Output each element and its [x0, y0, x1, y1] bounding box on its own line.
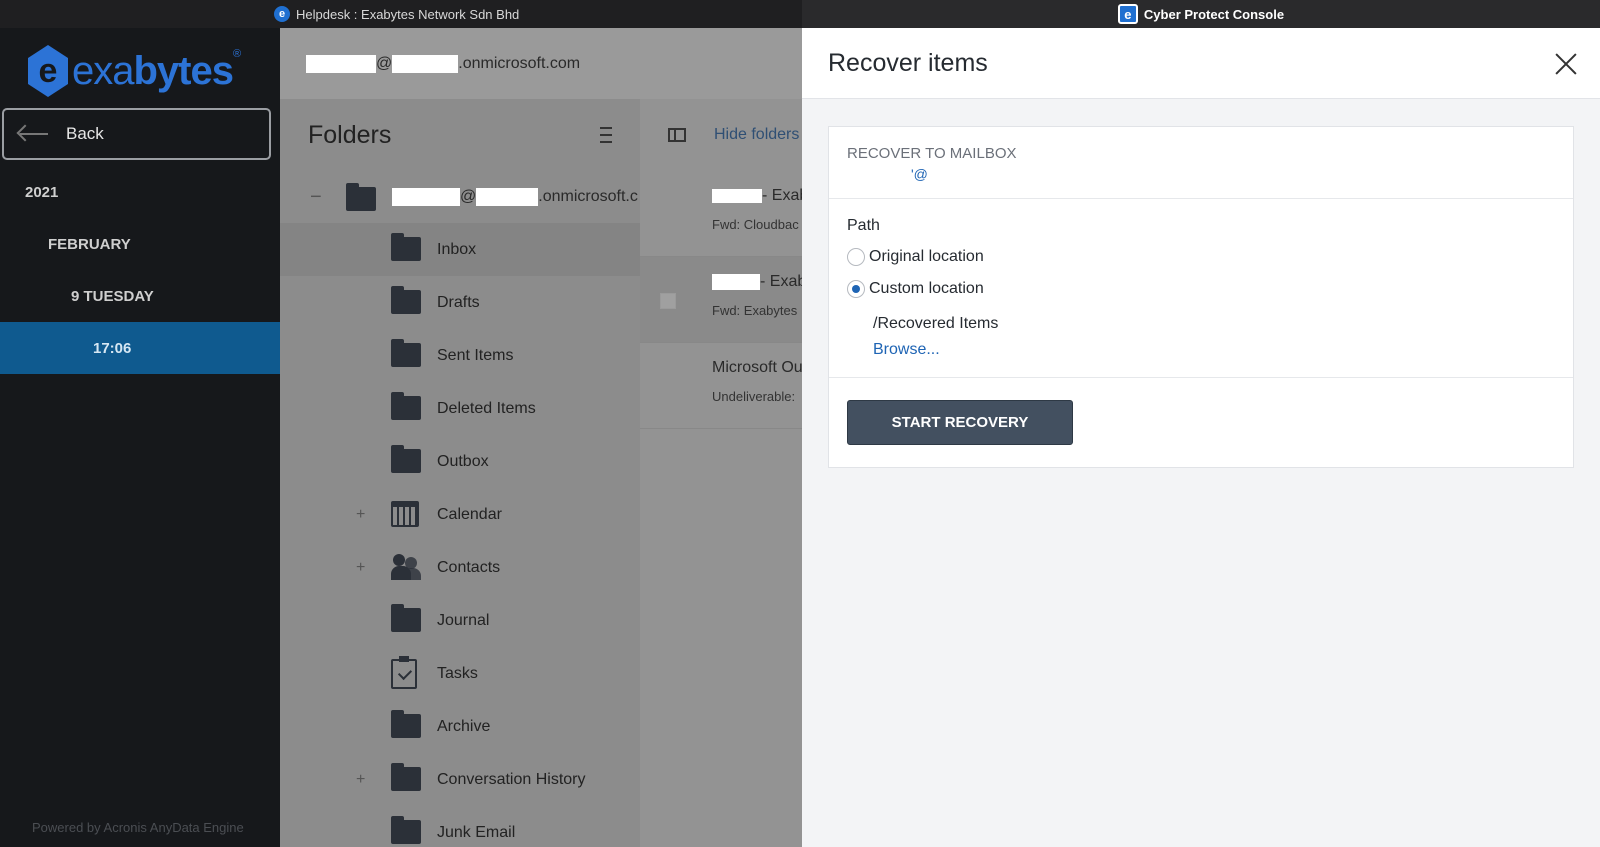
- action-section: START RECOVERY: [829, 378, 1573, 467]
- folder-icon: [391, 710, 421, 738]
- folder-icon: [391, 392, 421, 420]
- folder-item-deleted-items[interactable]: Deleted Items: [280, 382, 640, 435]
- logo-registered-mark: ®: [233, 48, 242, 60]
- radio-custom-location[interactable]: Custom location: [847, 273, 1555, 305]
- recover-to-mailbox-label: RECOVER TO MAILBOX: [847, 145, 1017, 162]
- message-row[interactable]: - Exab Fwd: Exabytes: [640, 257, 806, 343]
- folder-item-conversation-history[interactable]: + Conversation History: [280, 753, 640, 806]
- tasks-clipboard-icon: [391, 656, 417, 689]
- folders-panel: Folders − @ .onmicrosoft.c Inbox Drafts S…: [280, 99, 640, 847]
- folder-icon: [391, 445, 421, 473]
- folder-icon: [391, 604, 421, 632]
- redacted-sender: [712, 273, 760, 290]
- hide-folders-link[interactable]: Hide folders: [714, 126, 799, 144]
- mailbox-root-folder[interactable]: − @ .onmicrosoft.c: [280, 171, 640, 223]
- tree-item-month[interactable]: FEBRUARY: [0, 218, 280, 270]
- folder-item-tasks[interactable]: Tasks: [280, 647, 640, 700]
- toggle-panel-icon[interactable]: [668, 128, 686, 142]
- custom-path-value: /Recovered Items: [873, 315, 999, 332]
- redacted-sender: [712, 188, 762, 203]
- folder-icon: [391, 763, 421, 791]
- folder-item-sent-items[interactable]: Sent Items: [280, 329, 640, 382]
- recover-items-drawer: Recover items RECOVER TO MAILBOX '@ Path…: [802, 28, 1600, 847]
- tree-item-day[interactable]: 9 TUESDAY: [0, 270, 280, 322]
- account-domain: .onmicrosoft.com: [458, 54, 581, 72]
- backup-sidebar: e exabytes ® Back 2021 FEBRUARY 9 TUESDA…: [0, 28, 280, 847]
- radio-button[interactable]: [847, 248, 865, 266]
- back-button[interactable]: Back: [2, 108, 271, 160]
- mailbox-account-header: @ .onmicrosoft.com: [280, 28, 802, 99]
- folder-item-drafts[interactable]: Drafts: [280, 276, 640, 329]
- folder-item-inbox[interactable]: Inbox: [280, 223, 640, 276]
- folder-item-outbox[interactable]: Outbox: [280, 435, 640, 488]
- folder-item-junk-email[interactable]: Junk Email: [280, 806, 640, 847]
- start-recovery-button[interactable]: START RECOVERY: [847, 400, 1073, 445]
- message-sender: Microsoft Ou: [712, 359, 803, 376]
- path-section: Path Original location Custom location /…: [829, 199, 1573, 378]
- tree-item-year[interactable]: 2021: [0, 166, 280, 218]
- folder-item-archive[interactable]: Archive: [280, 700, 640, 753]
- redacted-tenant: [392, 54, 459, 73]
- back-button-label: Back: [66, 124, 104, 143]
- message-subject: Undeliverable:: [712, 389, 796, 404]
- folder-icon: [391, 233, 421, 261]
- path-label: Path: [847, 217, 880, 234]
- account-at-sign: @: [376, 54, 393, 72]
- expand-plus-icon[interactable]: +: [356, 506, 365, 524]
- folder-icon: [346, 183, 376, 211]
- tree-item-time-selected[interactable]: 17:06: [0, 322, 280, 374]
- radio-original-location[interactable]: Original location: [847, 241, 1555, 273]
- logo-text-light: exa: [72, 48, 134, 93]
- recover-options-card: RECOVER TO MAILBOX '@ Path Original loca…: [828, 126, 1574, 468]
- calendar-icon: [391, 501, 419, 527]
- folder-icon: [391, 339, 421, 367]
- recover-to-mailbox-section: RECOVER TO MAILBOX '@: [829, 127, 1573, 199]
- folder-item-contacts[interactable]: + Contacts: [280, 541, 640, 594]
- target-mailbox-value[interactable]: '@: [911, 166, 1555, 182]
- console-favicon-icon: e: [1117, 4, 1138, 24]
- browser-tab-bar-right: e Cyber Protect Console: [802, 0, 1600, 28]
- contacts-icon: [391, 554, 421, 580]
- folder-item-calendar[interactable]: + Calendar: [280, 488, 640, 541]
- messages-panel: Hide folders - Exab Fwd: Cloudbac - Exab…: [640, 99, 808, 847]
- folder-icon: [391, 286, 421, 314]
- checklist-icon[interactable]: [588, 125, 612, 145]
- message-checkbox[interactable]: [660, 293, 676, 309]
- folder-icon: [391, 816, 421, 844]
- exabytes-logo: e exabytes ®: [0, 28, 280, 106]
- message-sender: - Exab: [760, 273, 807, 290]
- message-row[interactable]: Microsoft Ou Undeliverable:: [640, 343, 803, 429]
- root-domain: .onmicrosoft.c: [538, 188, 638, 206]
- exabytes-hexagon-icon: e: [28, 45, 68, 97]
- browser-tab-bar-left: e Helpdesk : Exabytes Network Sdn Bhd: [0, 0, 802, 28]
- left-window-title: Helpdesk : Exabytes Network Sdn Bhd: [296, 6, 520, 22]
- site-favicon-icon: e: [274, 6, 290, 22]
- expand-plus-icon[interactable]: +: [356, 559, 365, 577]
- browse-link[interactable]: Browse...: [873, 341, 940, 359]
- arrow-left-icon: [20, 133, 48, 135]
- root-at-sign: @: [460, 188, 477, 206]
- radio-button-selected[interactable]: [847, 280, 865, 298]
- redacted-tenant: [476, 187, 539, 206]
- right-window-title: Cyber Protect Console: [1143, 6, 1285, 22]
- close-icon[interactable]: [1554, 52, 1578, 76]
- folder-item-journal[interactable]: Journal: [280, 594, 640, 647]
- expand-plus-icon[interactable]: +: [356, 771, 365, 789]
- collapse-icon[interactable]: −: [310, 186, 322, 209]
- message-subject: Fwd: Exabytes: [712, 303, 798, 318]
- logo-text-bold: bytes: [133, 48, 234, 93]
- folders-title: Folders: [308, 120, 392, 149]
- message-subject: Fwd: Cloudbac: [712, 217, 799, 232]
- redacted-username: [306, 54, 376, 73]
- message-row[interactable]: - Exab Fwd: Cloudbac: [640, 171, 808, 257]
- redacted-username: [392, 187, 460, 206]
- drawer-title: Recover items: [828, 48, 988, 77]
- powered-by-text: Powered by Acronis AnyData Engine: [32, 820, 244, 835]
